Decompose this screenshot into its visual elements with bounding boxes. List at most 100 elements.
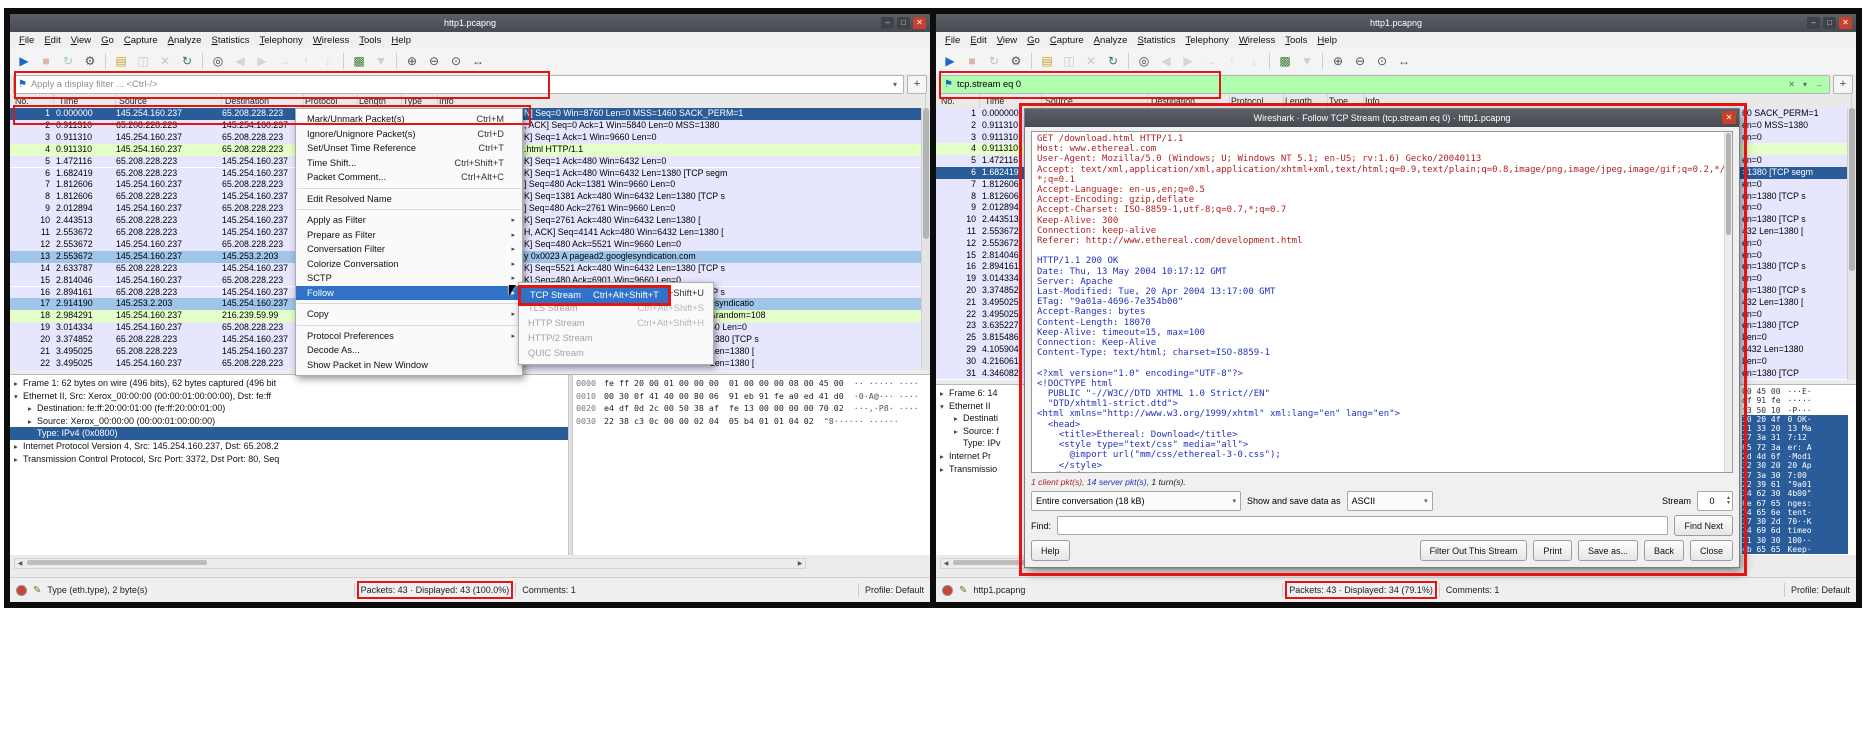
context-menu-item-set-unset-time-reference[interactable]: Set/Unset Time Reference Ctrl+T — [296, 141, 522, 156]
help-button[interactable]: Help — [1031, 540, 1070, 561]
colorize-icon[interactable]: ▩ — [1275, 51, 1295, 71]
menu-analyze[interactable]: Analyze — [163, 35, 207, 46]
menu-edit[interactable]: Edit — [39, 35, 65, 46]
scroll-right-icon[interactable]: ▶ — [795, 560, 805, 567]
packet-list-scrollbar[interactable] — [1847, 108, 1856, 380]
menu-tools[interactable]: Tools — [354, 35, 386, 46]
close-button-icon[interactable]: ✕ — [913, 17, 926, 29]
detail-tree-item[interactable]: ▸ Source: Xerox_00:00:00 (00:00:01:00:00:… — [10, 415, 568, 428]
go-forward-icon[interactable]: ▶ — [1178, 51, 1198, 71]
hex-line[interactable]: 30 20 4f 0 OK· — [1742, 414, 1848, 425]
menu-analyze[interactable]: Analyze — [1089, 35, 1133, 46]
column-header-info[interactable]: Info — [436, 94, 926, 108]
hex-line[interactable]: 37 3a 31 7:12 — [1742, 433, 1848, 443]
column-header-length[interactable]: Length — [1282, 94, 1328, 108]
stream-scrollbar[interactable] — [1724, 132, 1732, 472]
status-profile[interactable]: Profile: Default — [865, 585, 924, 595]
close-file-icon[interactable]: ✕ — [155, 51, 175, 71]
filter-add-button[interactable]: + — [1833, 74, 1853, 94]
hex-line[interactable]: 6e 67 65 nges: — [1742, 498, 1848, 508]
menu-go[interactable]: Go — [96, 35, 119, 46]
filter-clear-icon[interactable]: ✕ — [1786, 80, 1797, 89]
find-packet-icon[interactable]: ◎ — [208, 51, 228, 71]
display-filter-input[interactable]: ⚑ Apply a display filter ... <Ctrl-/> ▾ — [13, 74, 904, 94]
find-next-button[interactable]: Find Next — [1674, 515, 1733, 536]
hex-line[interactable]: 22 39 61 "9a01 — [1742, 479, 1848, 490]
scroll-left-icon[interactable]: ◀ — [941, 560, 951, 567]
context-menu-item-apply-as-filter[interactable]: Apply as Filter ▸ — [296, 213, 522, 228]
find-input[interactable] — [1057, 516, 1669, 535]
menu-go[interactable]: Go — [1022, 35, 1045, 46]
save-as-button[interactable]: Save as... — [1577, 540, 1638, 561]
stop-capture-icon[interactable]: ■ — [962, 51, 982, 71]
column-header-destination[interactable]: Destination — [222, 94, 304, 108]
context-menu-item-edit-resolved-name[interactable]: Edit Resolved Name — [296, 192, 522, 207]
submenu-item-http-stream[interactable]: HTTP Stream Ctrl+Alt+Shift+H — [519, 316, 713, 331]
submenu-item-tls-stream[interactable]: TLS Stream Ctrl+Alt+Shift+S — [519, 301, 713, 316]
save-file-icon[interactable]: ◫ — [1059, 51, 1079, 71]
packet-details-pane[interactable]: ▸ Frame 1: 62 bytes on wire (496 bits), 6… — [10, 377, 568, 465]
menu-view[interactable]: View — [992, 35, 1022, 46]
hex-line[interactable]: df 91 fe ····· — [1742, 396, 1848, 405]
reload-file-icon[interactable]: ↻ — [1103, 51, 1123, 71]
menu-tools[interactable]: Tools — [1280, 35, 1312, 46]
conversation-select[interactable]: Entire conversation (18 kB) ▾ — [1031, 491, 1241, 511]
colorize-icon[interactable]: ▩ — [349, 51, 369, 71]
expander-icon[interactable]: ▾ — [14, 391, 23, 403]
hex-line[interactable]: f3 50 10 ·P··· — [1742, 406, 1848, 415]
back-button[interactable]: Back — [1643, 540, 1684, 561]
expander-icon[interactable]: ▸ — [28, 416, 37, 428]
resize-columns-icon[interactable]: ↔ — [1394, 51, 1414, 71]
column-header-time[interactable]: Time — [982, 94, 1042, 108]
context-menu-item-follow[interactable]: Follow ▸ — [296, 285, 522, 300]
expander-icon[interactable]: ▸ — [954, 413, 963, 425]
column-header-protocol[interactable]: Protocol — [1228, 94, 1284, 108]
context-menu-item-sctp[interactable]: SCTP ▸ — [296, 271, 522, 286]
hex-line[interactable]: 0020 e4 df 0d 2c 00 50 38 af fe 13 00 00 … — [576, 402, 920, 415]
submenu-item-http-2-stream[interactable]: HTTP/2 Stream — [519, 331, 713, 346]
close-button-icon[interactable]: ✕ — [1839, 17, 1852, 29]
expander-icon[interactable]: ▸ — [28, 403, 37, 415]
reload-file-icon[interactable]: ↻ — [177, 51, 197, 71]
zoom-out-icon[interactable]: ⊖ — [1350, 51, 1370, 71]
dialog-close-icon[interactable]: ✕ — [1722, 111, 1736, 124]
stop-capture-icon[interactable]: ■ — [36, 51, 56, 71]
auto-scroll-icon[interactable]: ▼ — [1297, 51, 1317, 71]
hex-line[interactable]: 4b 65 65 Keep· — [1742, 545, 1848, 555]
go-to-packet-icon[interactable]: → — [1200, 51, 1220, 71]
column-header-destination[interactable]: Destination — [1148, 94, 1230, 108]
capture-options-icon[interactable]: ⚙ — [1006, 51, 1026, 71]
packet-bytes-pane[interactable]: 0000 fe ff 20 00 01 00 00 00 01 00 00 00 … — [576, 377, 920, 427]
display-filter-input[interactable]: ⚑ tcp.stream eq 0 ✕ ▾ → — [939, 74, 1830, 94]
menu-file[interactable]: File — [14, 35, 39, 46]
column-header-info[interactable]: Info — [1362, 94, 1852, 108]
menu-capture[interactable]: Capture — [1045, 35, 1089, 46]
menu-help[interactable]: Help — [386, 35, 416, 46]
context-menu-item-show-packet-in-new-window[interactable]: Show Packet in New Window — [296, 358, 522, 373]
submenu-item-udp-stream[interactable]: UDP Stream Ctrl+Alt+Shift+U — [519, 286, 713, 301]
restart-capture-icon[interactable]: ↻ — [984, 51, 1004, 71]
context-menu-item-protocol-preferences[interactable]: Protocol Preferences ▸ — [296, 329, 522, 344]
zoom-in-icon[interactable]: ⊕ — [1328, 51, 1348, 71]
horizontal-scrollbar[interactable]: ◀ ▶ — [14, 558, 806, 569]
minimize-button-icon[interactable]: – — [881, 17, 894, 29]
close-button[interactable]: Close — [1689, 540, 1733, 561]
detail-tree-item[interactable]: Type: IPv4 (0x0800) — [10, 427, 568, 440]
go-back-icon[interactable]: ◀ — [1156, 51, 1176, 71]
menu-file[interactable]: File — [940, 35, 965, 46]
menu-telephony[interactable]: Telephony — [1181, 35, 1234, 46]
start-capture-icon[interactable]: ▶ — [14, 51, 34, 71]
dialog-titlebar[interactable]: Wireshark · Follow TCP Stream (tcp.strea… — [1025, 109, 1739, 127]
expander-icon[interactable]: ▸ — [14, 441, 23, 453]
hex-line[interactable]: 32 30 20 20 Ap — [1742, 461, 1848, 471]
go-back-icon[interactable]: ◀ — [230, 51, 250, 71]
detail-tree-item[interactable]: ▸ Frame 1: 62 bytes on wire (496 bits), 6… — [10, 377, 568, 390]
filter-apply-icon[interactable]: → — [1813, 80, 1825, 89]
stream-content[interactable]: GET /download.html HTTP/1.1 Host: www.eth… — [1031, 131, 1733, 473]
expander-icon[interactable]: ▸ — [14, 454, 23, 466]
column-header-source[interactable]: Source — [1042, 94, 1148, 108]
menu-view[interactable]: View — [66, 35, 96, 46]
start-capture-icon[interactable]: ▶ — [940, 51, 960, 71]
zoom-in-icon[interactable]: ⊕ — [402, 51, 422, 71]
open-file-icon[interactable]: ▤ — [111, 51, 131, 71]
